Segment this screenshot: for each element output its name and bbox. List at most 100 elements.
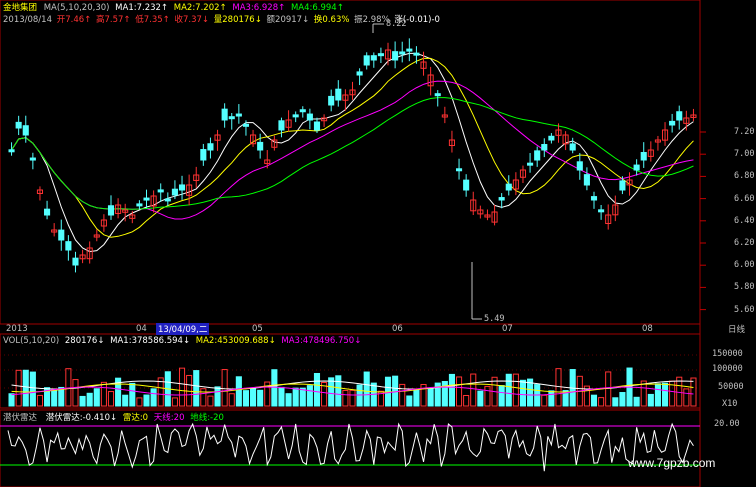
candle-body[interactable] xyxy=(257,141,264,151)
candle-body[interactable] xyxy=(676,111,683,121)
candle-body[interactable] xyxy=(242,123,250,127)
candle-body[interactable] xyxy=(640,152,647,161)
candle-body[interactable] xyxy=(313,121,321,131)
candle-body[interactable] xyxy=(541,144,548,151)
candle-body[interactable] xyxy=(569,143,576,151)
candle-body[interactable] xyxy=(505,183,512,191)
candle-body[interactable] xyxy=(306,113,313,121)
volume-bar xyxy=(242,390,250,407)
candle-body[interactable] xyxy=(299,109,306,113)
candle-body[interactable] xyxy=(235,113,242,117)
candle-body[interactable] xyxy=(598,209,605,213)
indicator-name[interactable]: 潜伏雷达 xyxy=(3,413,37,423)
volume-bar xyxy=(463,394,470,407)
ma4-value: MA4:6.994↑ xyxy=(290,3,344,13)
volume-bar xyxy=(363,371,370,407)
volume-bar xyxy=(72,379,79,407)
price-axis-label: 5.60 xyxy=(734,304,755,315)
quote-turnover: 换0.63% xyxy=(313,15,350,25)
candle-body[interactable] xyxy=(278,120,285,131)
candle-body[interactable] xyxy=(363,55,370,66)
volume-bar xyxy=(207,395,214,407)
candle-body[interactable] xyxy=(370,55,377,61)
indicator-line1: 潜伏雷达:-0.410↓ xyxy=(45,413,118,423)
candle-body[interactable] xyxy=(22,125,29,136)
volume-bar xyxy=(278,386,285,407)
volume-bar xyxy=(477,390,484,407)
candle-body[interactable] xyxy=(44,208,51,216)
time-label-08: 08 xyxy=(642,324,653,334)
candle-body[interactable] xyxy=(221,108,228,121)
candle-body[interactable] xyxy=(498,197,505,201)
candle-body[interactable] xyxy=(328,95,335,106)
candle-body[interactable] xyxy=(29,157,36,161)
volume-bar xyxy=(250,387,257,407)
volume-bar xyxy=(548,390,555,407)
candle-body[interactable] xyxy=(107,205,115,216)
volume-bar xyxy=(455,376,463,407)
candle-body[interactable] xyxy=(65,241,72,251)
candle-body[interactable] xyxy=(434,93,441,97)
candle-body[interactable] xyxy=(228,116,235,120)
candle-body[interactable] xyxy=(455,168,463,172)
price-panel-frame xyxy=(0,0,701,325)
candle-body[interactable] xyxy=(171,188,178,196)
candle-body[interactable] xyxy=(72,257,79,266)
volume-bar xyxy=(484,385,491,407)
candle-body[interactable] xyxy=(178,184,186,191)
volume-bar xyxy=(647,393,654,407)
volume-bar xyxy=(470,373,477,407)
candle-body[interactable] xyxy=(619,180,626,191)
vol-ma3: MA3:478496.750↓ xyxy=(281,336,362,346)
candle-body[interactable] xyxy=(207,143,214,151)
candle-body[interactable] xyxy=(377,53,384,57)
indicator-line4: 地线:-20 xyxy=(190,413,224,423)
candle-body[interactable] xyxy=(406,48,413,52)
volume-bar xyxy=(107,391,115,407)
volume-bar xyxy=(690,377,697,407)
volume-bar xyxy=(512,373,519,407)
period-label[interactable]: 日线 xyxy=(728,323,745,335)
stock-name[interactable]: 金地集团 xyxy=(3,3,37,13)
candle-body[interactable] xyxy=(399,51,406,55)
candle-body[interactable] xyxy=(15,121,22,129)
candle-body[interactable] xyxy=(58,229,65,241)
candle-body[interactable] xyxy=(669,120,676,126)
quote-amount: 额20917↓ xyxy=(266,15,310,25)
volume-bar xyxy=(193,370,200,407)
volume-bar xyxy=(619,392,626,407)
candle-body[interactable] xyxy=(164,198,171,202)
candle-body[interactable] xyxy=(143,197,150,201)
volume-bar xyxy=(257,389,264,407)
candle-body[interactable] xyxy=(392,51,399,61)
candle-body[interactable] xyxy=(633,164,640,171)
watermark: www.7gpzb.com xyxy=(628,456,716,470)
candle-body[interactable] xyxy=(576,161,583,171)
candle-body[interactable] xyxy=(583,174,590,186)
volume-bar xyxy=(448,373,455,407)
candle-body[interactable] xyxy=(136,203,143,207)
candle-body[interactable] xyxy=(8,149,15,153)
time-cursor-date[interactable]: 13/04/09,二 xyxy=(156,323,210,335)
candle-body[interactable] xyxy=(463,179,470,191)
volume-bar xyxy=(313,372,321,407)
vol-value: 280176↓ xyxy=(64,336,105,346)
candle-body[interactable] xyxy=(534,150,541,161)
candle-body[interactable] xyxy=(356,71,363,76)
quote-close: 收7.37↓ xyxy=(174,15,210,25)
candle-body[interactable] xyxy=(413,52,420,56)
vol-ma2: MA2:453009.688↓ xyxy=(195,336,276,346)
candle-body[interactable] xyxy=(292,114,299,118)
volume-bar xyxy=(441,381,448,407)
candle-body[interactable] xyxy=(157,189,164,193)
price-axis-label: 6.60 xyxy=(734,193,755,204)
candle-body[interactable] xyxy=(335,88,342,101)
candle-body[interactable] xyxy=(200,149,207,161)
candle-body[interactable] xyxy=(590,196,598,201)
price-axis-label: 5.80 xyxy=(734,282,755,293)
volume-bar xyxy=(285,393,292,407)
candle-body[interactable] xyxy=(548,135,555,141)
candle-body[interactable] xyxy=(527,162,534,166)
volume-bar xyxy=(51,390,58,407)
quote-open: 开7.46↑ xyxy=(56,15,92,25)
